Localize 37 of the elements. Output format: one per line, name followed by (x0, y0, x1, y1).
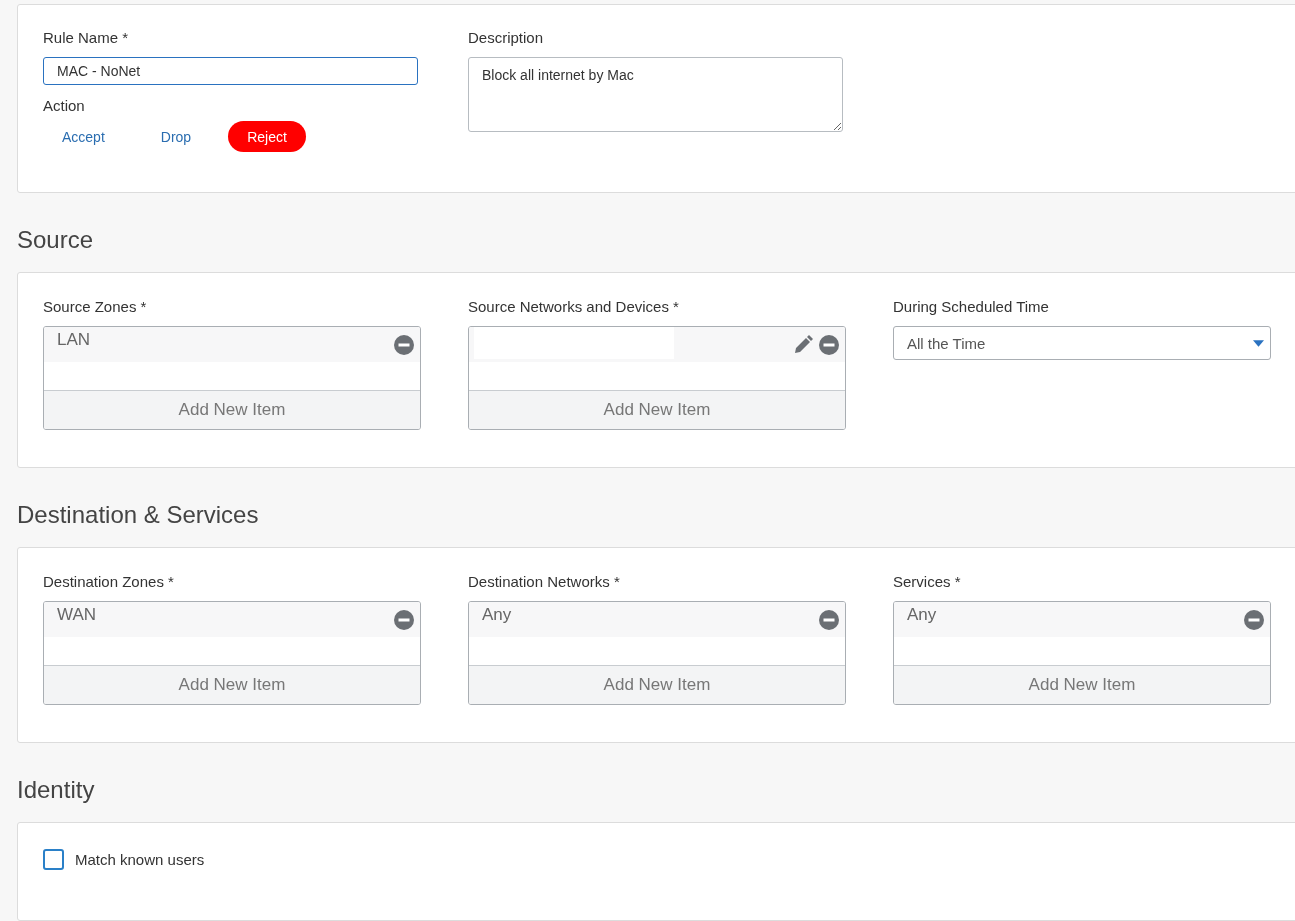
field-label: Source Networks and Devices * (468, 298, 680, 317)
remove-icon[interactable] (1244, 610, 1264, 630)
pencil-icon[interactable] (793, 335, 813, 355)
input-field[interactable]: MAC - NoNet (43, 57, 418, 85)
add-item-button[interactable]: Add New Item (469, 390, 845, 429)
field-label: Action (43, 97, 86, 116)
add-item-button[interactable]: Add New Item (44, 665, 420, 704)
field-label: Destination Zones * (43, 573, 175, 592)
action-button[interactable]: Reject (228, 121, 306, 152)
section-title: Destination & Services (17, 500, 260, 530)
remove-icon[interactable] (819, 610, 839, 630)
remove-icon[interactable] (819, 335, 839, 355)
remove-icon[interactable] (394, 610, 414, 630)
list-item[interactable]: Any (894, 602, 1270, 637)
field-label: Destination Networks * (468, 573, 621, 592)
action-button[interactable]: Accept (43, 121, 124, 152)
action-button[interactable]: Drop (141, 121, 211, 152)
checkbox[interactable] (43, 849, 64, 870)
caret-icon (1253, 339, 1264, 347)
field-label: During Scheduled Time (893, 298, 1050, 317)
add-item-button[interactable]: Add New Item (44, 390, 420, 429)
list-item[interactable]: LAN (44, 327, 420, 362)
input-field[interactable]: Block all internet by Mac (468, 57, 843, 132)
add-item-button[interactable]: Add New Item (469, 665, 845, 704)
add-item-button[interactable]: Add New Item (894, 665, 1270, 704)
remove-icon[interactable] (394, 335, 414, 355)
section-title: Source (17, 225, 95, 255)
list-item[interactable]: Any (469, 602, 845, 637)
field-label: Description (468, 29, 545, 48)
list-item[interactable] (469, 327, 845, 362)
checkbox-label: Match known users (75, 851, 205, 868)
field-label: Services * (893, 573, 962, 592)
field-label: Source Zones * (43, 298, 148, 317)
list-item[interactable]: WAN (44, 602, 420, 637)
field-label: Rule Name * (43, 29, 130, 48)
dropdown[interactable]: All the Time (893, 326, 1271, 360)
section-title: Identity (17, 775, 96, 805)
